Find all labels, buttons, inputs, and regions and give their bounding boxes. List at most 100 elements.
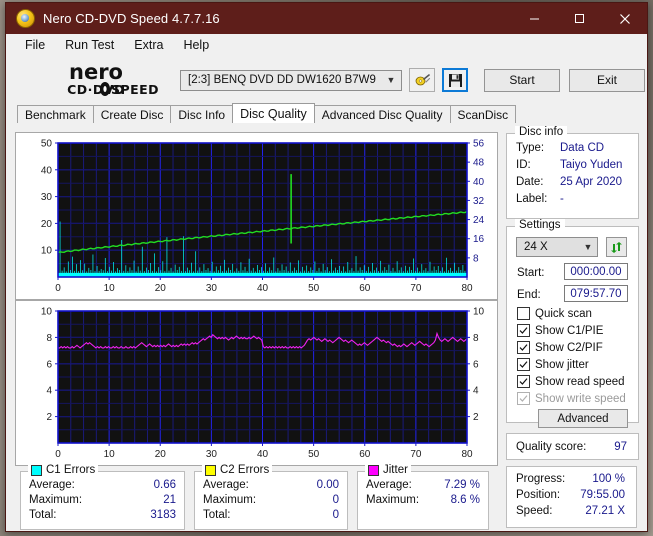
row-value: 0.00 bbox=[316, 479, 339, 491]
svg-text:2: 2 bbox=[473, 412, 479, 423]
svg-text:nero: nero bbox=[69, 60, 123, 84]
svg-text:48: 48 bbox=[473, 158, 485, 169]
maximize-button[interactable] bbox=[557, 3, 602, 34]
settings-group: Settings 24 X ▼ Start: 000:00.00 End: 07… bbox=[506, 219, 639, 423]
quality-score-value: 97 bbox=[614, 440, 627, 453]
checkbox-box bbox=[517, 324, 530, 337]
disc-info-group: Disc info Type: Data CD ID: Taiyo Yuden Da… bbox=[506, 126, 639, 219]
jitter-stats-title: Jitter bbox=[365, 464, 411, 476]
close-button[interactable] bbox=[602, 3, 647, 34]
svg-text:40: 40 bbox=[257, 449, 269, 460]
c1-errors-title-text: C1 Errors bbox=[46, 464, 96, 476]
row-value: 0 bbox=[332, 494, 339, 506]
speed-label: Speed: bbox=[516, 505, 553, 517]
start-field[interactable]: 000:00.00 bbox=[564, 263, 628, 280]
svg-text:10: 10 bbox=[41, 307, 53, 318]
drive-select[interactable]: [2:3] BENQ DVD DD DW1620 B7W9 ▼ bbox=[180, 69, 402, 91]
jitter-title-text: Jitter bbox=[383, 464, 408, 476]
svg-text:80: 80 bbox=[461, 449, 473, 460]
menu-help[interactable]: Help bbox=[173, 36, 219, 55]
table-row: Maximum: 21 bbox=[21, 493, 184, 508]
menu-run-test[interactable]: Run Test bbox=[55, 36, 124, 55]
minimize-button[interactable] bbox=[512, 3, 557, 34]
c1-errors-chart: 8 16 24 32 40 48 56 10 20 30 40 50 0 10 20 30 40 50 60 70 80 bbox=[16, 133, 497, 299]
disc-eject-button[interactable] bbox=[409, 68, 435, 92]
row-key: Total: bbox=[29, 509, 57, 521]
nero-logo: nero CD·DVD SPEED bbox=[16, 60, 176, 100]
tab-disc-info[interactable]: Disc Info bbox=[170, 105, 234, 123]
checkbox-show-c2-pif[interactable]: Show C2/PIF bbox=[517, 341, 603, 354]
exit-button[interactable]: Exit bbox=[569, 68, 645, 92]
position-row: Position: 79:55.00 bbox=[507, 487, 636, 503]
speed-select[interactable]: 24 X ▼ bbox=[516, 237, 598, 257]
row-value: 8.6 % bbox=[450, 494, 480, 506]
svg-text:40: 40 bbox=[41, 165, 53, 176]
disc-info-title: Disc info bbox=[515, 126, 568, 138]
quality-score-box: Quality score: 97 bbox=[506, 433, 639, 460]
checkbox-label: Show C2/PIF bbox=[535, 341, 603, 354]
start-button[interactable]: Start bbox=[484, 68, 560, 92]
settings-title: Settings bbox=[515, 219, 565, 231]
svg-text:60: 60 bbox=[359, 449, 371, 460]
svg-text:8: 8 bbox=[473, 253, 479, 264]
svg-text:50: 50 bbox=[41, 139, 53, 150]
svg-text:0: 0 bbox=[55, 449, 61, 460]
disc-info-date: Date: 25 Apr 2020 bbox=[507, 174, 638, 191]
title-bar: Nero CD-DVD Speed 4.7.7.16 bbox=[6, 3, 647, 34]
svg-text:70: 70 bbox=[410, 449, 422, 460]
window-title: Nero CD-DVD Speed 4.7.7.16 bbox=[43, 11, 220, 26]
disc-info-type-label: Type: bbox=[516, 142, 545, 154]
menu-file[interactable]: File bbox=[15, 36, 55, 55]
position-value: 79:55.00 bbox=[580, 489, 625, 501]
svg-text:2: 2 bbox=[46, 412, 52, 423]
jitter-chart-card: 2 4 6 8 10 2 4 6 8 10 0 10 20 30 40 50 60 70 80 bbox=[15, 300, 498, 466]
svg-text:20: 20 bbox=[41, 219, 53, 230]
end-field-label: End: bbox=[517, 289, 541, 301]
speed-value: 27.21 X bbox=[585, 505, 625, 517]
tab-benchmark[interactable]: Benchmark bbox=[17, 105, 94, 123]
checkbox-box bbox=[517, 341, 530, 354]
svg-text:6: 6 bbox=[46, 359, 52, 370]
refresh-button[interactable] bbox=[606, 237, 627, 257]
end-field[interactable]: 079:57.70 bbox=[564, 285, 628, 302]
tab-advanced-disc-quality[interactable]: Advanced Disc Quality bbox=[313, 105, 451, 123]
svg-text:10: 10 bbox=[41, 246, 53, 257]
jitter-chart: 2 4 6 8 10 2 4 6 8 10 0 10 20 30 40 50 60 70 80 bbox=[16, 301, 497, 465]
c1-errors-stats-title: C1 Errors bbox=[28, 464, 99, 476]
c1-errors-stats: C1 Errors Average: 0.66 Maximum: 21 Total:… bbox=[20, 464, 185, 530]
checkbox-show-c1-pie[interactable]: Show C1/PIE bbox=[517, 324, 603, 337]
speed-select-value: 24 X bbox=[524, 241, 548, 253]
tab-create-disc[interactable]: Create Disc bbox=[92, 105, 172, 123]
save-button[interactable] bbox=[442, 68, 468, 92]
c2-errors-stats: C2 Errors Average: 0.00 Maximum: 0 Total: 0 bbox=[194, 464, 348, 530]
position-label: Position: bbox=[516, 489, 561, 501]
progress-label: Progress: bbox=[516, 473, 566, 485]
checkbox-quick-scan[interactable]: Quick scan bbox=[517, 307, 592, 320]
advanced-button[interactable]: Advanced bbox=[538, 409, 628, 428]
checkbox-box bbox=[517, 358, 530, 371]
checkbox-show-jitter[interactable]: Show jitter bbox=[517, 358, 589, 371]
chevron-down-icon: ▼ bbox=[386, 75, 396, 85]
menu-extra[interactable]: Extra bbox=[124, 36, 173, 55]
svg-text:24: 24 bbox=[473, 215, 485, 226]
svg-text:40: 40 bbox=[257, 283, 269, 294]
checkbox-show-read-speed[interactable]: Show read speed bbox=[517, 375, 625, 388]
start-field-label: Start: bbox=[517, 267, 545, 279]
table-row: Average: 0.66 bbox=[21, 478, 184, 493]
row-value: 21 bbox=[163, 494, 176, 506]
svg-text:50: 50 bbox=[308, 449, 320, 460]
tab-strip: Benchmark Create Disc Disc Info Disc Qua… bbox=[6, 103, 647, 123]
tab-disc-quality[interactable]: Disc Quality bbox=[232, 103, 315, 123]
tab-scandisc[interactable]: ScanDisc bbox=[449, 105, 517, 123]
chart-top-host-svg: 8 16 24 32 40 48 56 10 20 30 40 50 0 10 20 30 40 50 60 70 80 bbox=[41, 139, 485, 295]
row-value: 3183 bbox=[150, 509, 176, 521]
svg-text:30: 30 bbox=[206, 283, 218, 294]
c2-errors-swatch bbox=[205, 464, 216, 476]
table-row: Total: 3183 bbox=[21, 508, 184, 523]
svg-text:80: 80 bbox=[461, 283, 473, 294]
svg-text:70: 70 bbox=[410, 283, 422, 294]
table-row: Maximum: 8.6 % bbox=[358, 493, 488, 508]
checkbox-label: Show write speed bbox=[535, 392, 626, 405]
disc-info-type: Type: Data CD bbox=[507, 140, 638, 157]
row-value: 7.29 % bbox=[444, 479, 480, 491]
